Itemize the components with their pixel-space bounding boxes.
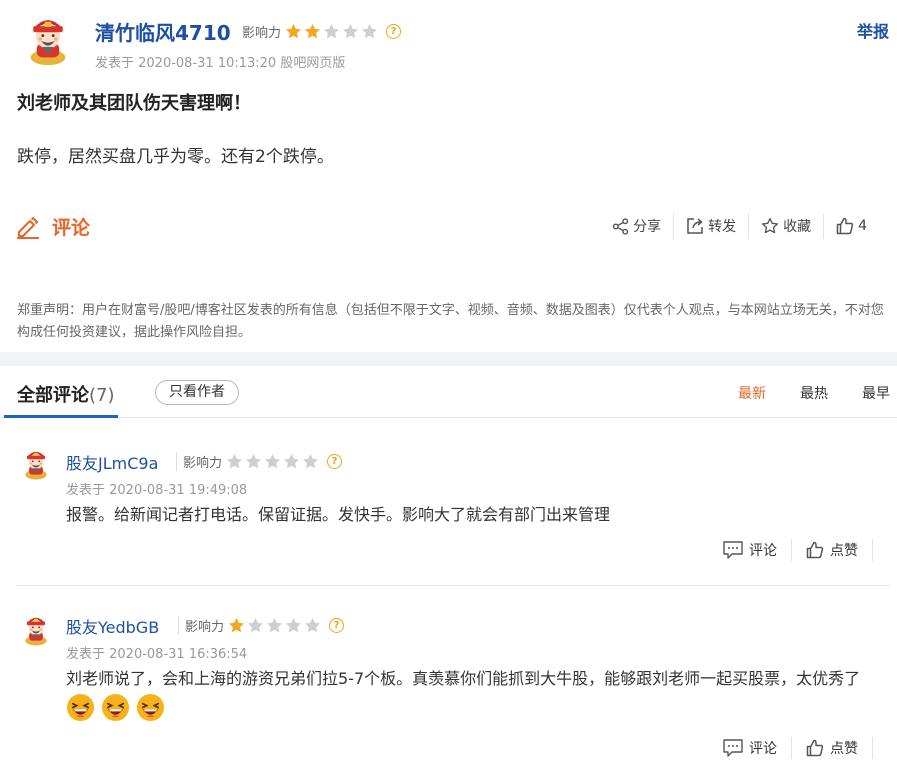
- only-author-toggle[interactable]: 只看作者: [155, 380, 239, 405]
- commenter-name[interactable]: 股友YedbGB: [66, 614, 159, 638]
- laughing-emoji-icon: [101, 693, 130, 722]
- author-avatar[interactable]: [22, 14, 74, 66]
- star-empty-icon: [266, 617, 283, 634]
- comment-icon: [723, 541, 743, 559]
- commenter-influence: 影响力 ?: [178, 616, 345, 635]
- star-filled-icon: [285, 23, 302, 40]
- comment-item: 股友YedbGB 影响力 ? 发表于 2020-08-31 16:36:54 刘…: [0, 586, 897, 770]
- share-button[interactable]: 分享: [600, 212, 673, 240]
- section-gap: [0, 352, 897, 366]
- comment-label: 评论: [52, 217, 91, 239]
- comment-meta: 发表于 2020-08-31 19:49:08: [66, 483, 248, 498]
- main-post: 清竹临风4710 影响力 ? 发表于 2020-08-31 10:13:20 股…: [0, 0, 897, 352]
- star-filled-icon: [228, 617, 245, 634]
- sort-earliest[interactable]: 最早: [862, 383, 890, 403]
- post-influence: 影响力 ?: [242, 22, 402, 41]
- reply-comment-button[interactable]: 评论: [709, 538, 791, 562]
- commenter-avatar[interactable]: [20, 448, 52, 480]
- help-icon[interactable]: ?: [327, 454, 343, 469]
- influence-stars: [285, 23, 380, 40]
- star-filled-icon: [304, 23, 321, 40]
- tab-all-comments[interactable]: 全部评论(7): [17, 381, 115, 407]
- commenter-name[interactable]: 股友JLmC9a: [66, 450, 158, 474]
- like-count: 4: [858, 218, 867, 234]
- post-author-name[interactable]: 清竹临风4710: [95, 17, 231, 46]
- like-button[interactable]: 4: [824, 212, 879, 240]
- favorite-label: 收藏: [783, 219, 812, 235]
- action-divider: [872, 737, 873, 759]
- star-outline-icon: [762, 217, 779, 234]
- like-button[interactable]: 点赞: [792, 538, 872, 562]
- post-meta: 发表于 2020-08-31 10:13:20 股吧网页版: [95, 56, 346, 71]
- comment-text-content: 刘老师说了，会和上海的游资兄弟们拉5-7个板。真羡慕你们能抓到大牛股，能够跟刘老…: [66, 669, 861, 688]
- star-empty-icon: [226, 453, 243, 470]
- write-comment-button[interactable]: 评论: [16, 213, 90, 240]
- comment-text: 刘老师说了，会和上海的游资兄弟们拉5-7个板。真羡慕你们能抓到大牛股，能够跟刘老…: [66, 664, 886, 723]
- sort-hottest[interactable]: 最热: [800, 383, 828, 403]
- star-empty-icon: [302, 453, 319, 470]
- comment-text: 报警。给新闻记者打电话。保留证据。发快手。影响大了就会有部门出来管理: [66, 500, 886, 529]
- forward-label: 转发: [708, 219, 737, 235]
- star-empty-icon: [247, 617, 264, 634]
- pencil-icon: [17, 216, 39, 239]
- comment-item: 股友JLmC9a 影响力 ? 发表于 2020-08-31 19:49:08 报…: [0, 418, 897, 586]
- sort-latest[interactable]: 最新: [738, 383, 766, 403]
- star-empty-icon: [245, 453, 262, 470]
- post-title: 刘老师及其团队伤天害理啊！: [17, 93, 251, 114]
- forward-button[interactable]: 转发: [674, 212, 748, 240]
- influence-label: 影响力: [183, 456, 223, 471]
- disclaimer: 郑重声明：用户在财富号/股吧/博客社区发表的所有信息（包括但不限于文字、视频、音…: [17, 303, 884, 340]
- star-empty-icon: [285, 617, 302, 634]
- comment-icon: [723, 739, 743, 757]
- like-button[interactable]: 点赞: [792, 736, 872, 760]
- star-empty-icon: [283, 453, 300, 470]
- like-label: 点赞: [830, 741, 858, 757]
- star-empty-icon: [264, 453, 281, 470]
- laughing-emoji-icon: [66, 693, 95, 722]
- comments-header: 全部评论(7) 只看作者 最新 最热 最早: [0, 366, 897, 418]
- tab-all-label: 全部评论: [17, 385, 89, 406]
- favorite-button[interactable]: 收藏: [749, 212, 823, 240]
- star-empty-icon: [304, 617, 321, 634]
- thumbs-up-icon: [806, 739, 824, 757]
- comment-text-content: 报警。给新闻记者打电话。保留证据。发快手。影响大了就会有部门出来管理: [66, 505, 611, 524]
- help-icon[interactable]: ?: [329, 618, 345, 633]
- help-icon[interactable]: ?: [386, 24, 402, 39]
- commenter-influence: 影响力 ?: [176, 452, 343, 471]
- laughing-emoji-icon: [136, 693, 165, 722]
- share-label: 分享: [633, 219, 662, 235]
- comment-meta: 发表于 2020-08-31 16:36:54: [66, 647, 248, 662]
- action-divider: [872, 539, 873, 561]
- star-empty-icon: [342, 23, 359, 40]
- post-actions: 分享 转发 收藏 4: [600, 212, 879, 240]
- influence-label: 影响力: [242, 26, 282, 41]
- comment-actions: 评论 点赞: [709, 736, 873, 760]
- emoji-group: [66, 699, 171, 718]
- star-empty-icon: [361, 23, 378, 40]
- influence-label: 影响力: [185, 620, 225, 635]
- like-label: 点赞: [830, 543, 858, 559]
- commenter-avatar[interactable]: [20, 614, 52, 646]
- comment-count: (7): [89, 385, 115, 406]
- reply-comment-button[interactable]: 评论: [709, 736, 791, 760]
- share-icon: [612, 217, 629, 235]
- thumbs-up-icon: [836, 217, 854, 235]
- star-empty-icon: [323, 23, 340, 40]
- report-link[interactable]: 举报: [857, 18, 889, 42]
- influence-stars: [226, 453, 321, 470]
- comment-actions: 评论 点赞: [709, 538, 873, 562]
- reply-comment-label: 评论: [749, 543, 777, 559]
- reply-comment-label: 评论: [749, 741, 777, 757]
- influence-stars: [228, 617, 323, 634]
- post-body: 跌停，居然买盘几乎为零。还有2个跌停。: [17, 147, 334, 167]
- thumbs-up-icon: [806, 541, 824, 559]
- forward-icon: [687, 218, 703, 234]
